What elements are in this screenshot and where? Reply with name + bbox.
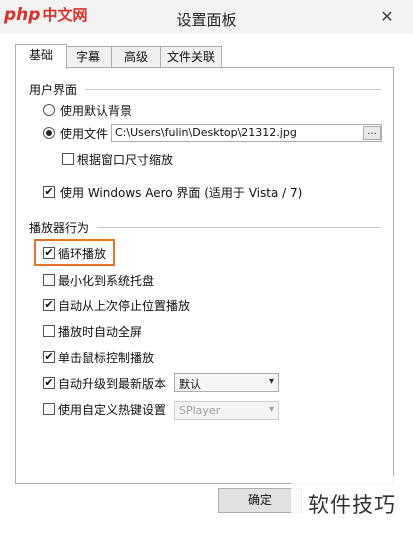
radio-use-file-label[interactable]: 使用文件 xyxy=(60,125,108,142)
chevron-down-icon: ▾ xyxy=(268,376,274,387)
watermark: 软件技巧 xyxy=(291,476,413,534)
loop-playback-label[interactable]: 循环播放 xyxy=(58,245,106,262)
group-divider xyxy=(97,227,381,228)
browse-button[interactable]: ... xyxy=(363,126,381,140)
tab-file-association[interactable]: 文件关联 xyxy=(160,46,222,68)
update-channel-select[interactable]: 默认 ▾ xyxy=(174,373,279,392)
resume-playback-label[interactable]: 自动从上次停止位置播放 xyxy=(58,297,190,314)
file-path-input[interactable]: C:\Users\fulin\Desktop\21312.jpg ... xyxy=(111,124,382,142)
radio-default-background-label[interactable]: 使用默认背景 xyxy=(60,102,132,119)
group-label-player-behavior: 播放器行为 xyxy=(29,221,90,235)
custom-hotkeys-label[interactable]: 使用自定义热键设置 xyxy=(58,401,166,418)
file-path-text: C:\Users\fulin\Desktop\21312.jpg xyxy=(115,126,297,139)
loop-playback-checkbox[interactable]: ✔ xyxy=(43,247,55,259)
group-label-user-interface: 用户界面 xyxy=(29,83,78,97)
aero-checkbox-label[interactable]: 使用 Windows Aero 界面 (适用于 Vista / 7) xyxy=(60,184,302,201)
tab-subtitles[interactable]: 字幕 xyxy=(64,46,112,68)
resume-playback-checkbox[interactable]: ✔ xyxy=(43,299,55,311)
auto-update-label[interactable]: 自动升级到最新版本 xyxy=(58,375,166,392)
update-channel-value: 默认 xyxy=(179,378,201,391)
scale-checkbox-label[interactable]: 根据窗口尺寸缩放 xyxy=(77,151,173,168)
aero-checkbox[interactable]: ✔ xyxy=(43,186,55,198)
hotkey-scheme-value: SPlayer xyxy=(179,404,221,417)
click-to-play-label[interactable]: 单击鼠标控制播放 xyxy=(58,349,154,366)
close-button[interactable]: ✕ xyxy=(372,6,402,28)
radio-default-background[interactable] xyxy=(43,104,55,116)
minimize-to-tray-checkbox[interactable] xyxy=(43,274,55,286)
custom-hotkeys-checkbox[interactable] xyxy=(43,403,55,415)
minimize-to-tray-label[interactable]: 最小化到系统托盘 xyxy=(58,272,154,289)
close-icon: ✕ xyxy=(380,7,394,26)
auto-fullscreen-checkbox[interactable] xyxy=(43,325,55,337)
window-title: 设置面板 xyxy=(176,11,237,29)
tab-advanced[interactable]: 高级 xyxy=(111,46,161,68)
radio-use-file[interactable] xyxy=(43,127,55,139)
tab-basic[interactable]: 基础 xyxy=(15,44,67,69)
ok-button[interactable]: 确定 xyxy=(218,488,302,513)
hotkey-scheme-select: SPlayer ▾ xyxy=(174,401,279,420)
click-to-play-checkbox[interactable]: ✔ xyxy=(43,351,55,363)
chevron-down-icon: ▾ xyxy=(268,404,274,415)
auto-update-checkbox[interactable]: ✔ xyxy=(43,377,55,389)
scale-checkbox[interactable] xyxy=(62,153,74,165)
auto-fullscreen-label[interactable]: 播放时自动全屏 xyxy=(58,323,142,340)
group-divider xyxy=(85,89,381,90)
